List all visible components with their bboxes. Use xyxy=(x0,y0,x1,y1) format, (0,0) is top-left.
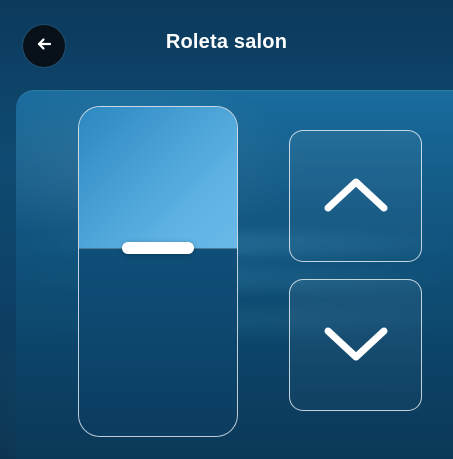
blind-down-button[interactable] xyxy=(289,279,422,411)
blind-position-slider[interactable] xyxy=(78,106,238,437)
chevron-down-icon xyxy=(320,321,392,370)
blind-control-screen: Roleta salon xyxy=(0,0,453,459)
blind-up-button[interactable] xyxy=(289,130,422,262)
blind-closed-area xyxy=(79,248,237,436)
page-title: Roleta salon xyxy=(165,31,288,53)
chevron-up-icon xyxy=(320,172,392,221)
app-bar: Roleta salon xyxy=(0,0,453,88)
slider-handle[interactable] xyxy=(122,242,194,254)
